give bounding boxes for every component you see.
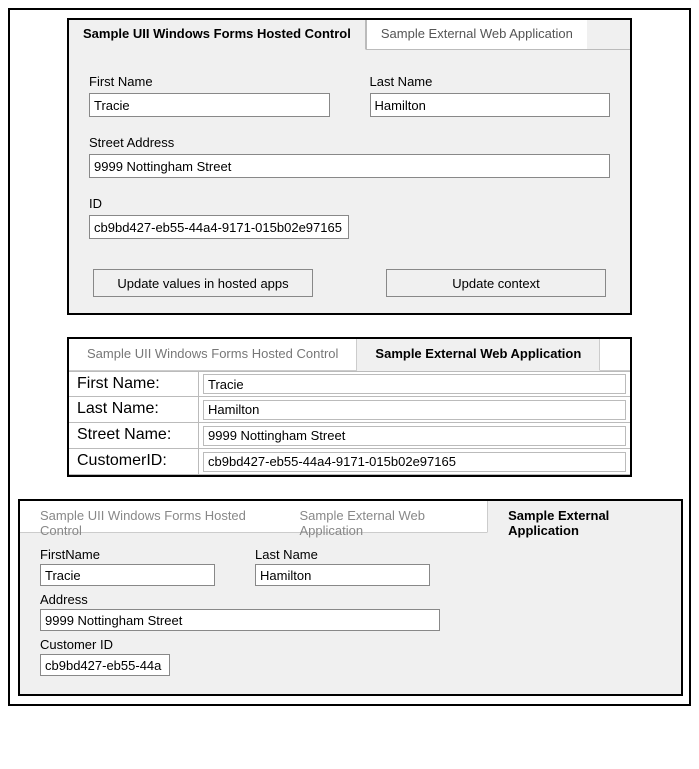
panel1-tabstrip-filler [587, 20, 630, 50]
last-name-label: Last Name [255, 547, 430, 562]
update-hosted-apps-button[interactable]: Update values in hosted apps [93, 269, 313, 297]
tab-winforms-hosted[interactable]: Sample UII Windows Forms Hosted Control [69, 20, 366, 50]
customer-id-input[interactable] [203, 452, 626, 472]
id-input[interactable] [89, 215, 349, 239]
first-name-label: FirstName [40, 547, 215, 562]
street-name-label: Street Name: [69, 423, 199, 448]
panel2-body: First Name: Last Name: Street Name: Cust… [69, 371, 630, 475]
first-name-input[interactable] [89, 93, 330, 117]
outer-frame: Sample UII Windows Forms Hosted Control … [8, 8, 691, 706]
tab-external-web-app[interactable]: Sample External Web Application [366, 20, 587, 50]
customer-id-input[interactable] [40, 654, 170, 676]
first-name-label: First Name [89, 74, 330, 89]
address-label: Address [40, 592, 661, 607]
panel-external-web-app: Sample UII Windows Forms Hosted Control … [67, 337, 632, 477]
first-name-label: First Name: [69, 372, 199, 396]
street-address-input[interactable] [89, 154, 610, 178]
tab-external-app[interactable]: Sample External Application [487, 501, 681, 533]
tab-winforms-hosted[interactable]: Sample UII Windows Forms Hosted Control [69, 339, 357, 371]
last-name-input[interactable] [203, 400, 626, 420]
update-context-button[interactable]: Update context [386, 269, 606, 297]
first-name-input[interactable] [40, 564, 215, 586]
last-name-input[interactable] [255, 564, 430, 586]
address-input[interactable] [40, 609, 440, 631]
tab-external-web-app[interactable]: Sample External Web Application [357, 339, 600, 371]
tab-external-web-app[interactable]: Sample External Web Application [280, 501, 488, 533]
id-label: ID [89, 196, 610, 211]
panel1-tabstrip: Sample UII Windows Forms Hosted Control … [69, 20, 630, 50]
panel2-tabstrip: Sample UII Windows Forms Hosted Control … [69, 339, 630, 371]
panel-external-app: Sample UII Windows Forms Hosted Control … [18, 499, 683, 696]
street-address-label: Street Address [89, 135, 610, 150]
first-name-input[interactable] [203, 374, 626, 394]
tab-winforms-hosted[interactable]: Sample UII Windows Forms Hosted Control [20, 501, 280, 533]
panel-winforms-hosted: Sample UII Windows Forms Hosted Control … [67, 18, 632, 315]
last-name-input[interactable] [370, 93, 611, 117]
panel2-tabstrip-filler [600, 339, 630, 371]
customer-id-label: Customer ID [40, 637, 661, 652]
last-name-label: Last Name [370, 74, 611, 89]
street-name-input[interactable] [203, 426, 626, 446]
panel1-body: First Name Last Name Street Address ID U… [69, 50, 630, 313]
last-name-label: Last Name: [69, 397, 199, 422]
panel3-tabstrip: Sample UII Windows Forms Hosted Control … [20, 501, 681, 533]
panel3-body: FirstName Last Name Address Customer ID [20, 533, 681, 694]
customer-id-label: CustomerID: [69, 449, 199, 474]
